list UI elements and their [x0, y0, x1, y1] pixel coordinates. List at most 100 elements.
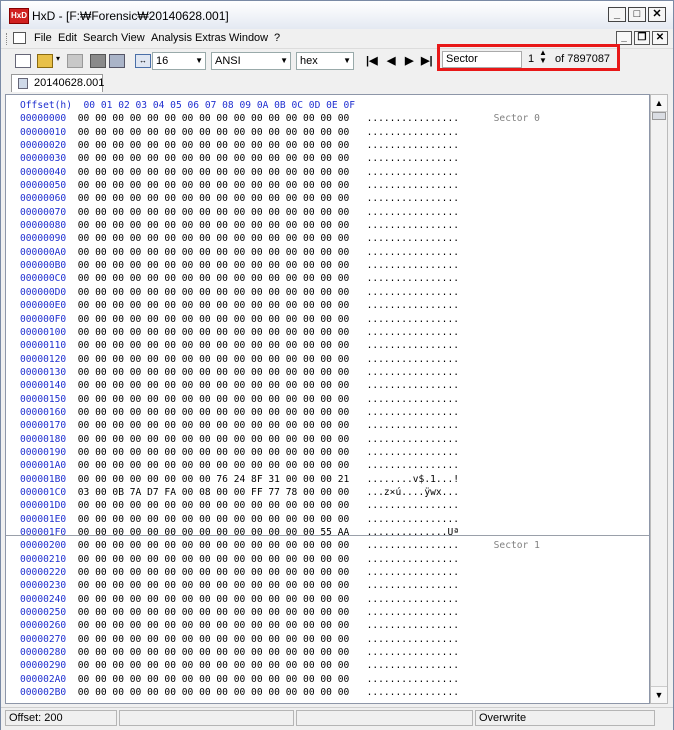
row-gap — [66, 260, 78, 271]
menu-view[interactable]: View — [121, 32, 145, 44]
hex-row: 00000180 00 00 00 00 00 00 00 00 00 00 0… — [20, 433, 540, 446]
hex-row: 000001E0 00 00 00 00 00 00 00 00 00 00 0… — [20, 513, 540, 526]
hex-row: 00000140 00 00 00 00 00 00 00 00 00 00 0… — [20, 379, 540, 392]
row-bytes: 00 00 00 00 00 00 00 00 00 00 00 00 00 0… — [77, 340, 350, 352]
menu-grip-icon — [6, 33, 11, 45]
menu-window[interactable]: Window — [229, 32, 268, 44]
row-gap — [66, 540, 78, 551]
hex-row: 00000270 00 00 00 00 00 00 00 00 00 00 0… — [20, 633, 540, 646]
save-icon[interactable] — [67, 54, 83, 68]
row-gap — [349, 660, 366, 671]
row-bytes: 00 00 00 00 00 00 00 00 00 00 00 00 00 0… — [77, 540, 350, 552]
row-bytes: 00 00 00 00 00 00 00 00 00 00 00 00 00 0… — [77, 527, 350, 538]
vertical-scrollbar[interactable]: ▲ ▼ — [650, 94, 668, 704]
hex-row: 00000040 00 00 00 00 00 00 00 00 00 00 0… — [20, 166, 540, 179]
doc-close-button[interactable]: ✕ — [652, 31, 668, 45]
hex-row: 00000200 00 00 00 00 00 00 00 00 00 00 0… — [20, 539, 540, 552]
first-sector-icon[interactable]: |◀ — [366, 54, 378, 67]
offset-base-select[interactable]: hex ▼ — [296, 52, 354, 70]
hex-row: 000002A0 00 00 00 00 00 00 00 00 00 00 0… — [20, 673, 540, 686]
row-gap — [349, 127, 366, 138]
row-gap — [66, 113, 78, 124]
hex-row: 000000C0 00 00 00 00 00 00 00 00 00 00 0… — [20, 272, 540, 285]
row-gap — [66, 193, 78, 204]
scroll-thumb[interactable] — [652, 112, 666, 120]
print-icon[interactable] — [90, 54, 106, 68]
row-text: ................ — [366, 660, 459, 672]
doc-minimize-button[interactable]: _ — [616, 31, 632, 45]
row-text: ................ — [366, 380, 459, 392]
minimize-button[interactable]: _ — [608, 7, 626, 22]
hex-row: 00000160 00 00 00 00 00 00 00 00 00 00 0… — [20, 406, 540, 419]
charset-select[interactable]: ANSI ▼ — [211, 52, 291, 70]
tab-bar: 20140628.001 — [1, 73, 673, 93]
scroll-up-icon[interactable]: ▲ — [651, 95, 667, 112]
ram-editor-icon[interactable] — [109, 54, 125, 68]
hex-row: 00000010 00 00 00 00 00 00 00 00 00 00 0… — [20, 126, 540, 139]
menu-analysis[interactable]: Analysis — [151, 32, 192, 44]
hex-header-text: Offset(h) 00 01 02 03 04 05 06 07 08 09 … — [20, 100, 356, 111]
row-offset: 00000130 — [20, 366, 67, 378]
maximize-button[interactable]: □ — [628, 7, 646, 22]
doc-restore-button[interactable]: ❐ — [634, 31, 650, 45]
row-bytes: 00 00 00 00 00 00 00 00 00 00 00 00 00 0… — [77, 660, 350, 672]
hex-row: 00000190 00 00 00 00 00 00 00 00 00 00 0… — [20, 446, 540, 459]
row-text: ................ — [366, 607, 459, 619]
hex-row: 00000290 00 00 00 00 00 00 00 00 00 00 0… — [20, 659, 540, 672]
row-gap — [349, 380, 366, 391]
row-gap — [349, 674, 366, 685]
hex-editor[interactable]: Offset(h) 00 01 02 03 04 05 06 07 08 09 … — [5, 94, 650, 704]
row-gap — [66, 367, 78, 378]
row-gap — [66, 233, 78, 244]
hex-row: 000001B0 00 00 00 00 00 00 00 00 76 24 8… — [20, 473, 540, 486]
row-gap — [66, 634, 78, 645]
row-text: ................ — [366, 647, 459, 659]
menu-help[interactable]: ? — [274, 32, 280, 44]
menu-extras[interactable]: Extras — [195, 32, 226, 44]
row-bytes: 00 00 00 00 00 00 00 00 00 00 00 00 00 0… — [77, 353, 350, 365]
sector-separator — [6, 535, 649, 536]
row-gap — [66, 647, 78, 658]
row-offset: 000002A0 — [20, 673, 67, 685]
row-text: ........v$.1...! — [366, 473, 459, 485]
close-button[interactable]: ✕ — [648, 7, 666, 22]
row-offset: 000000B0 — [20, 260, 67, 272]
hex-view[interactable]: Offset(h) 00 01 02 03 04 05 06 07 08 09 … — [20, 99, 540, 699]
row-text: ................ — [366, 420, 459, 432]
open-folder-icon[interactable] — [37, 54, 53, 68]
row-gap — [66, 127, 78, 138]
row-gap — [349, 580, 366, 591]
title-bar[interactable]: HxD HxD - [F:₩Forensic₩20140628.001] _ □… — [1, 1, 673, 30]
previous-sector-icon[interactable]: ◀ — [387, 54, 395, 67]
row-text: ................ — [366, 340, 459, 352]
hex-row: 00000030 00 00 00 00 00 00 00 00 00 00 0… — [20, 152, 540, 165]
open-dropdown-icon[interactable]: ▾ — [56, 54, 64, 68]
sector-input[interactable]: 1 — [528, 53, 534, 65]
row-bytes: 00 00 00 00 00 00 00 00 00 00 00 00 00 0… — [77, 166, 350, 178]
new-file-icon[interactable] — [15, 54, 31, 68]
last-sector-icon[interactable]: ▶| — [421, 54, 433, 67]
row-bytes: 00 00 00 00 00 00 00 00 00 00 00 00 00 0… — [77, 126, 350, 138]
menu-search[interactable]: Search — [83, 32, 118, 44]
document-menu-icon[interactable] — [13, 32, 26, 44]
row-gap — [66, 314, 78, 325]
row-text: ................ — [366, 206, 459, 218]
charset-value: ANSI — [215, 55, 241, 67]
scroll-down-icon[interactable]: ▼ — [651, 686, 667, 703]
chevron-down-icon: ▼ — [280, 56, 288, 65]
row-gap — [349, 167, 366, 178]
row-bytes: 00 00 00 00 00 00 00 00 00 00 00 00 00 0… — [77, 113, 350, 125]
row-bytes: 00 00 00 00 00 00 00 00 00 00 00 00 00 0… — [77, 380, 350, 392]
row-gap — [349, 460, 366, 471]
menu-file[interactable]: File — [34, 32, 52, 44]
row-gap — [66, 567, 78, 578]
bytes-per-row-select[interactable]: 16 ▼ — [152, 52, 206, 70]
tab-file[interactable]: 20140628.001 — [11, 74, 104, 92]
next-sector-icon[interactable]: ▶ — [405, 54, 413, 67]
sector-spin-icon[interactable]: ▲ ▼ — [539, 49, 547, 65]
row-offset: 00000230 — [20, 580, 67, 592]
row-text: ................ — [366, 366, 459, 378]
row-offset: 00000140 — [20, 380, 67, 392]
menu-edit[interactable]: Edit — [58, 32, 77, 44]
row-gap — [66, 327, 78, 338]
